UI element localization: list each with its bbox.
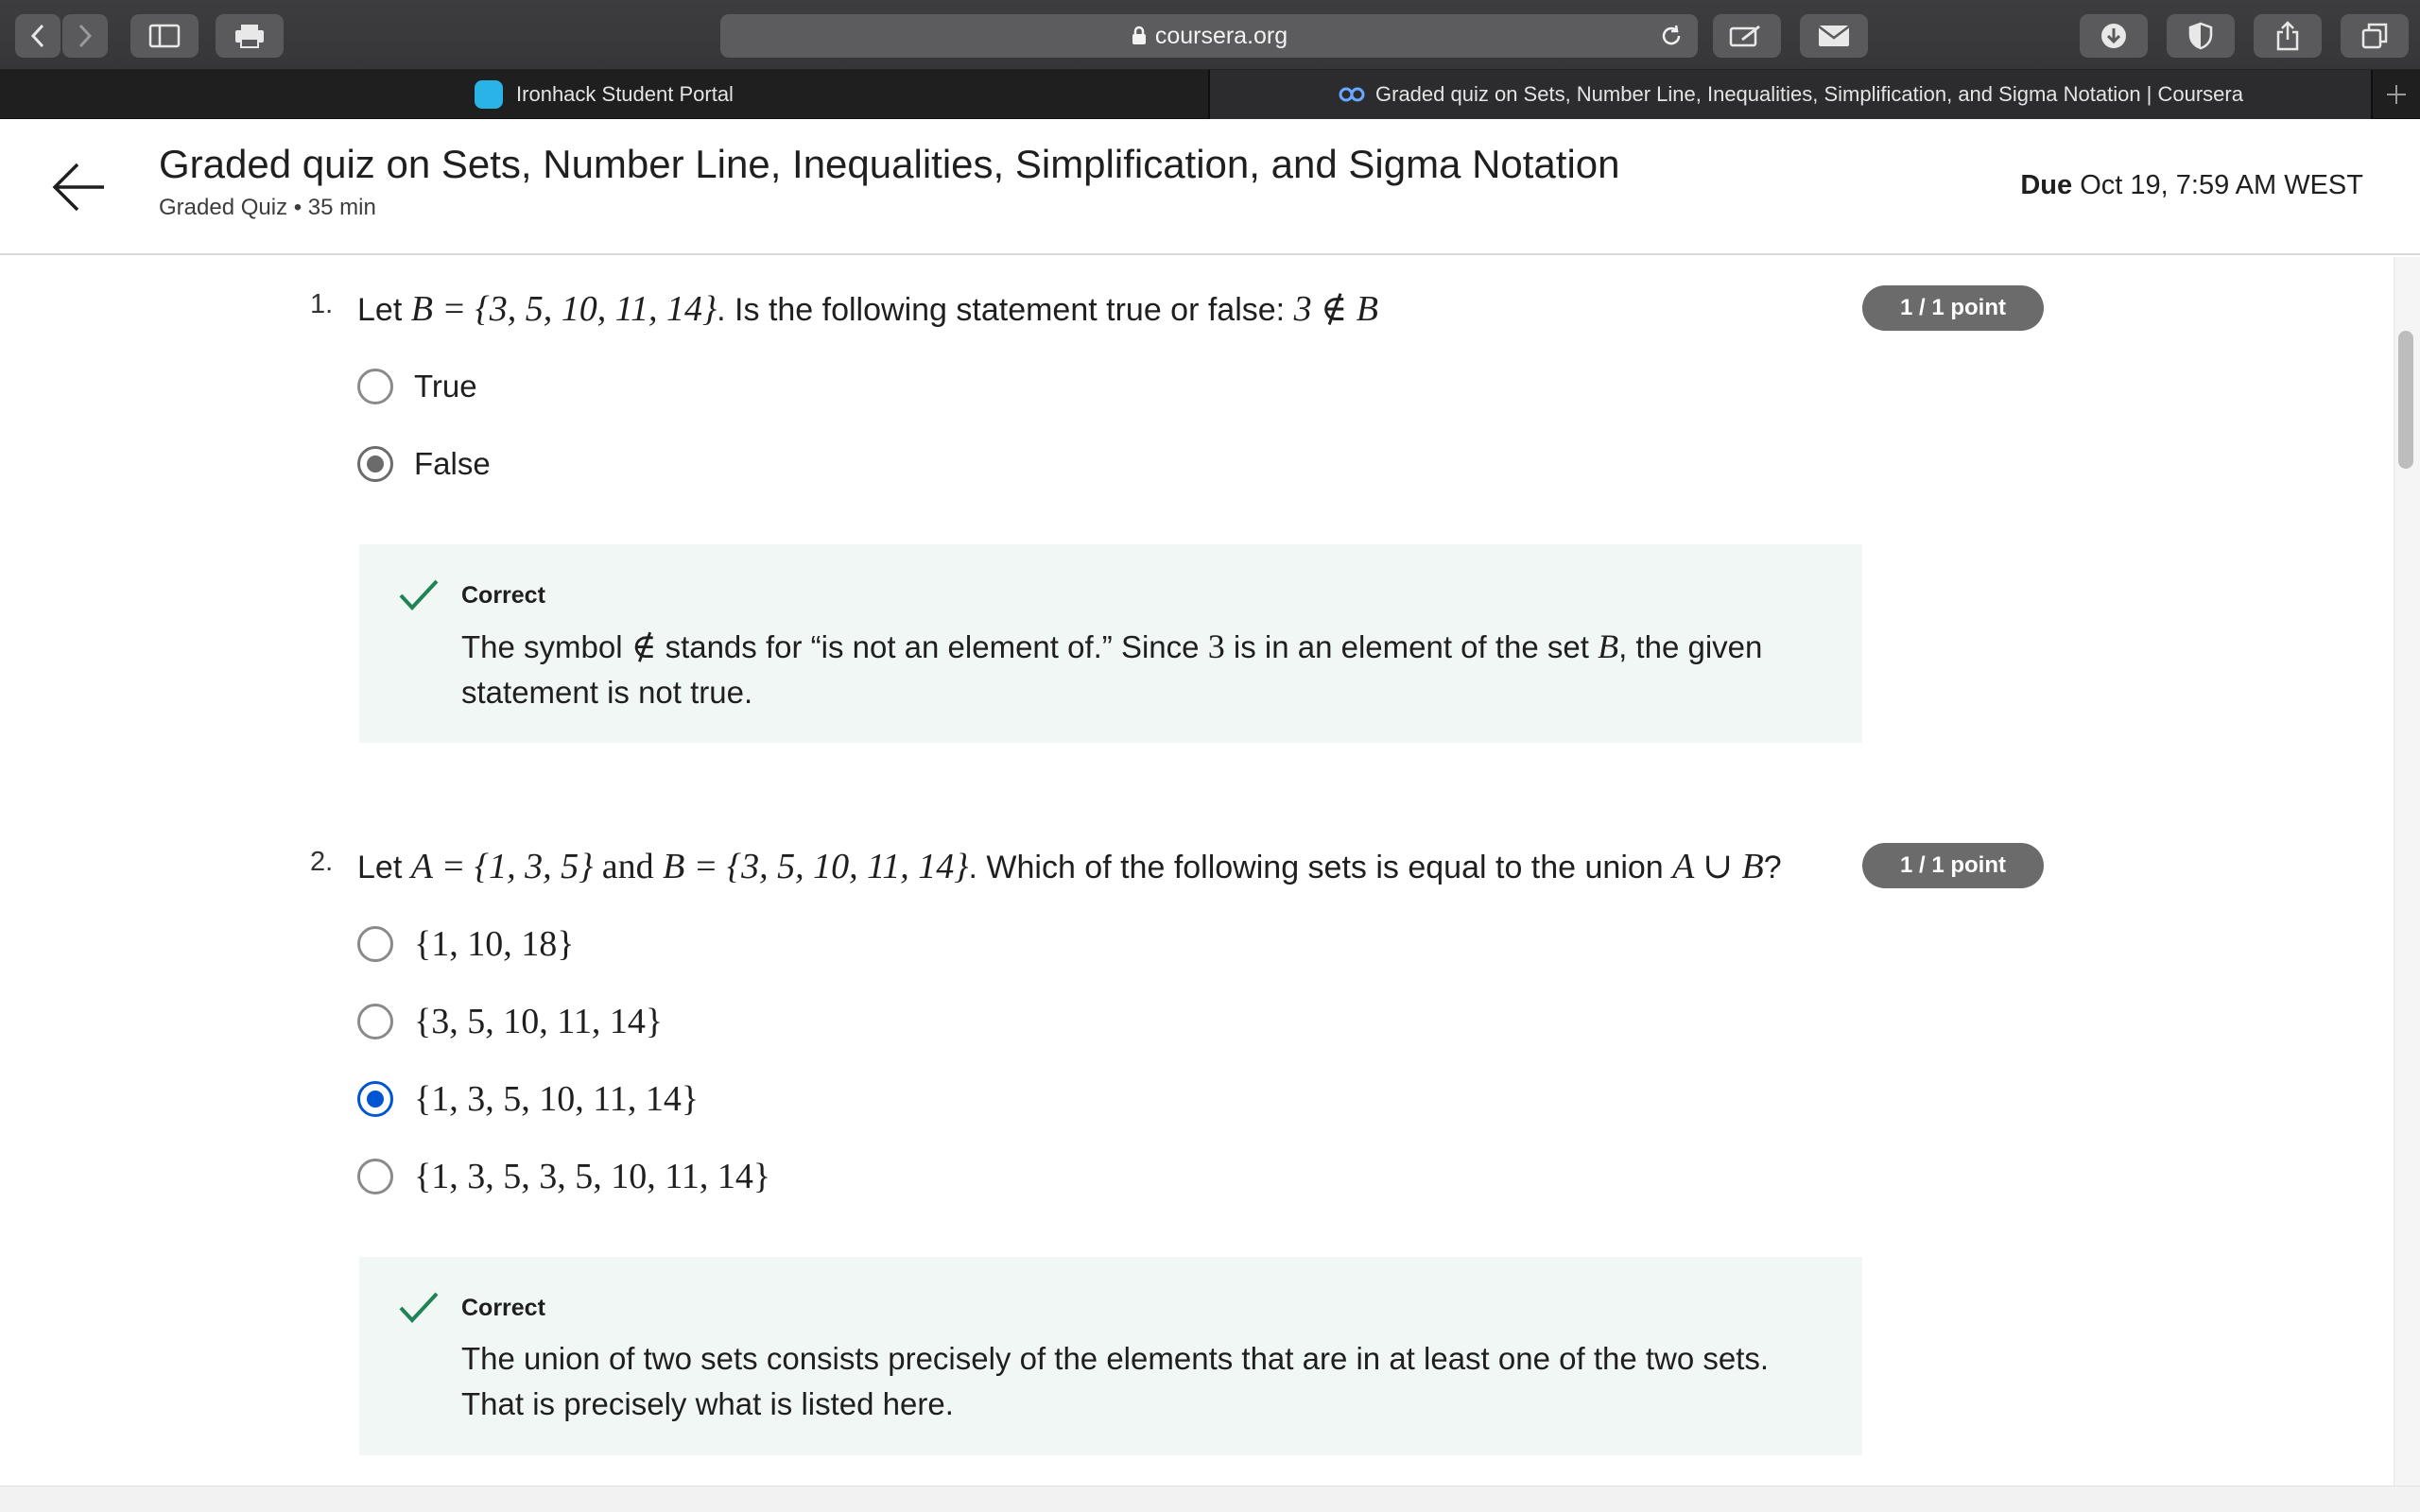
- question-text-prefix: Let: [357, 292, 403, 328]
- radio-button[interactable]: [357, 1159, 393, 1194]
- downloads-button[interactable]: [2080, 14, 2148, 58]
- question-text-middle: . Is the following statement true or fal…: [717, 292, 1286, 328]
- tab-overview-button[interactable]: [2341, 14, 2409, 58]
- bottom-edge: [0, 1486, 2420, 1512]
- due-value: Oct 19, 7:59 AM WEST: [2080, 170, 2363, 200]
- shield-icon: [2188, 22, 2213, 50]
- feedback-text-part: The union of two sets consists precisely…: [461, 1341, 1770, 1376]
- pen-markup-icon: [1729, 25, 1760, 47]
- answer-option[interactable]: {3, 5, 10, 11, 14}: [357, 998, 663, 1045]
- plus-icon: [2387, 85, 2406, 104]
- feedback-text-part: The symbol: [461, 629, 623, 664]
- coursera-logo-icon: [1339, 87, 1365, 102]
- feedback-box: Correct The symbol ∉ stands for “is not …: [359, 544, 1862, 743]
- back-button[interactable]: [15, 14, 60, 58]
- feedback-math-symbol: ∉: [631, 627, 657, 665]
- feedback-math-number: 3: [1207, 627, 1225, 665]
- scrollbar-thumb[interactable]: [2398, 331, 2413, 469]
- question-number: 1.: [310, 289, 334, 319]
- mail-button[interactable]: [1800, 14, 1868, 58]
- feedback-title: Correct: [461, 1295, 545, 1321]
- tab-bar: Ironhack Student Portal Graded quiz on S…: [0, 70, 2420, 119]
- radio-button[interactable]: [357, 926, 393, 962]
- chevron-left-icon: [30, 24, 44, 48]
- answer-option[interactable]: True: [357, 363, 477, 410]
- feedback-text-part: stands for “is not an element of.” Since: [665, 629, 1200, 664]
- ironhack-hex-icon: [475, 80, 504, 109]
- radio-button-selected[interactable]: [357, 446, 393, 482]
- privacy-button[interactable]: [2167, 14, 2235, 58]
- printer-icon: [235, 25, 264, 48]
- answer-option[interactable]: {1, 3, 5, 3, 5, 10, 11, 14}: [357, 1153, 770, 1200]
- tab-title: Ironhack Student Portal: [516, 82, 734, 106]
- quiz-content: 1. Let B = {3, 5, 10, 11, 14}. Is the fo…: [0, 257, 2397, 1486]
- chevron-right-icon: [78, 24, 93, 48]
- feedback-box: Correct The union of two sets consists p…: [359, 1257, 1862, 1455]
- points-badge: 1 / 1 point: [1862, 843, 2044, 888]
- feedback-text: The union of two sets consists precisely…: [461, 1336, 1823, 1427]
- url-text: coursera.org: [1154, 22, 1288, 49]
- checkmark-icon: [399, 579, 439, 610]
- feedback-text-part: , the given: [1618, 629, 1763, 664]
- option-label: True: [414, 369, 477, 404]
- math-and: and: [601, 847, 654, 886]
- answer-option-selected[interactable]: {1, 3, 5, 10, 11, 14}: [357, 1075, 699, 1123]
- share-button[interactable]: [2254, 14, 2322, 58]
- math-set: B = {3, 5, 10, 11, 14}: [410, 289, 717, 329]
- feedback-math-set: B: [1598, 627, 1619, 665]
- feedback-text-part: statement is not true.: [461, 675, 753, 710]
- markup-button[interactable]: [1713, 14, 1781, 58]
- forward-button[interactable]: [62, 14, 108, 58]
- checkmark-icon: [399, 1292, 439, 1323]
- sidebar-icon: [148, 24, 181, 48]
- math-union: A ∪ B: [1672, 847, 1764, 886]
- address-bar[interactable]: coursera.org: [720, 14, 1698, 58]
- question-text-end: ?: [1763, 850, 1782, 885]
- due-label: Due: [2020, 170, 2073, 200]
- option-label: {1, 3, 5, 3, 5, 10, 11, 14}: [414, 1157, 771, 1196]
- question-text-prefix: Let: [357, 850, 403, 885]
- points-badge: 1 / 1 point: [1862, 285, 2044, 331]
- tabs-overview-icon: [2361, 23, 2388, 49]
- lock-icon: [1132, 26, 1146, 44]
- question-number: 2.: [310, 847, 334, 877]
- radio-button-selected[interactable]: [357, 1081, 393, 1117]
- download-icon: [2101, 24, 2126, 48]
- browser-toolbar: coursera.org: [0, 0, 2420, 70]
- page-title: Graded quiz on Sets, Number Line, Inequa…: [159, 142, 1620, 186]
- question-text: Let A = {1, 3, 5} and B = {3, 5, 10, 11,…: [357, 845, 1782, 887]
- question-text-middle: . Which of the following sets is equal t…: [968, 850, 1664, 885]
- feedback-text-part: That is precisely what is listed here.: [461, 1386, 954, 1421]
- option-label: {3, 5, 10, 11, 14}: [414, 1002, 664, 1041]
- option-label: False: [414, 446, 491, 481]
- envelope-icon: [1818, 26, 1850, 46]
- arrow-left-icon[interactable]: [51, 161, 106, 214]
- option-label: {1, 3, 5, 10, 11, 14}: [414, 1079, 700, 1119]
- page-subtitle: Graded Quiz • 35 min: [159, 195, 376, 220]
- math-set-b: B = {3, 5, 10, 11, 14}: [663, 847, 969, 886]
- tab-ironhack[interactable]: Ironhack Student Portal: [0, 70, 1208, 119]
- radio-button[interactable]: [357, 1004, 393, 1040]
- math-set-a: A = {1, 3, 5}: [410, 847, 594, 886]
- share-icon: [2276, 21, 2299, 51]
- feedback-text: The symbol ∉ stands for “is not an eleme…: [461, 624, 1823, 715]
- option-label: {1, 10, 18}: [414, 924, 575, 964]
- sidebar-toggle-button[interactable]: [130, 14, 199, 58]
- question-text: Let B = {3, 5, 10, 11, 14}. Is the follo…: [357, 287, 1378, 330]
- tab-coursera[interactable]: Graded quiz on Sets, Number Line, Inequa…: [1210, 70, 2371, 119]
- answer-option-selected[interactable]: False: [357, 440, 491, 488]
- print-button[interactable]: [216, 14, 284, 58]
- math-statement: 3 ∉ B: [1293, 289, 1378, 329]
- quiz-header: Graded quiz on Sets, Number Line, Inequa…: [0, 119, 2420, 255]
- radio-button[interactable]: [357, 369, 393, 404]
- answer-option[interactable]: {1, 10, 18}: [357, 920, 574, 968]
- reload-icon[interactable]: [1658, 23, 1685, 49]
- tab-title: Graded quiz on Sets, Number Line, Inequa…: [1375, 82, 2243, 106]
- due-date: Due Oct 19, 7:59 AM WEST: [2020, 170, 2363, 201]
- new-tab-button[interactable]: [2371, 70, 2420, 119]
- feedback-title: Correct: [461, 582, 545, 609]
- feedback-text-part: is in an element of the set: [1233, 629, 1589, 664]
